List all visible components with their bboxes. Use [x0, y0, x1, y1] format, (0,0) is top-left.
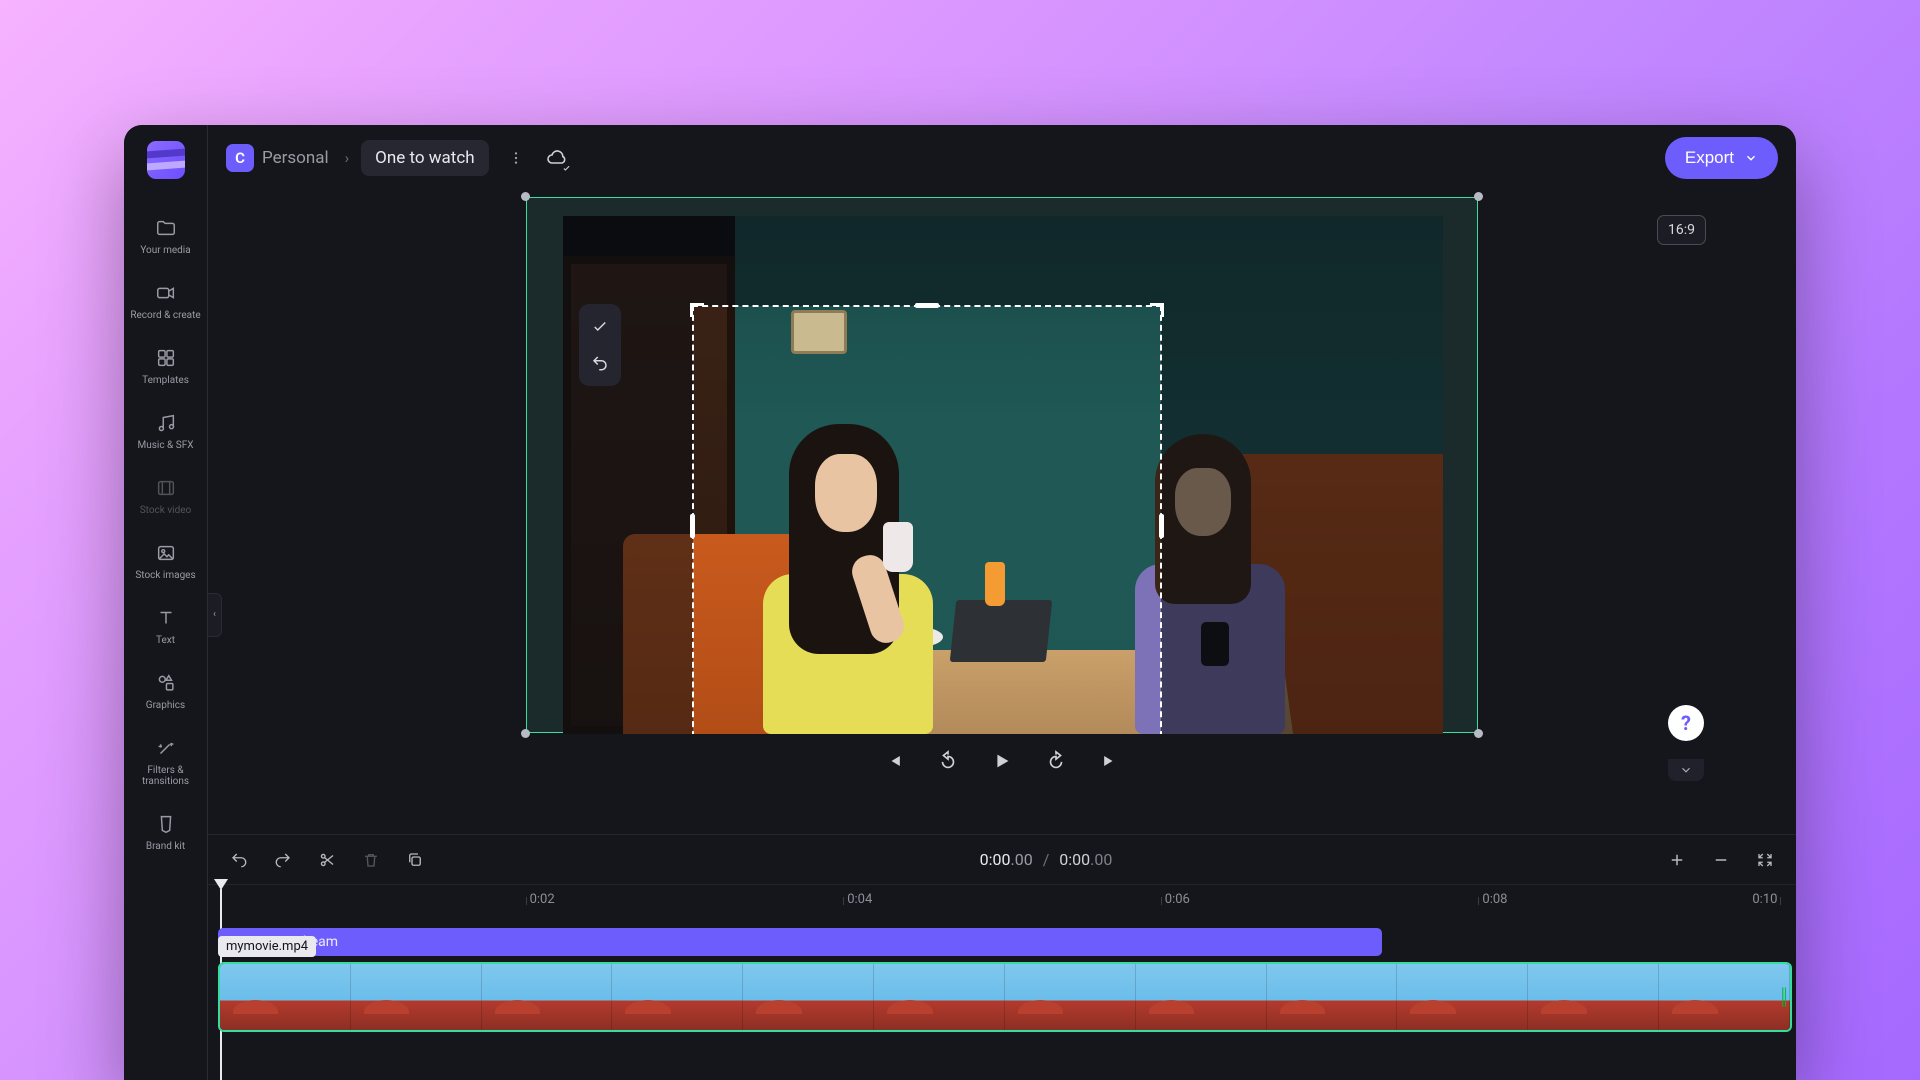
timeline-toolbar: 0:00.00 / 0:00.00: [208, 834, 1796, 884]
current-frames: .00: [1011, 850, 1033, 869]
time-separator: /: [1043, 850, 1050, 869]
sidebar-item-your-media[interactable]: Your media: [124, 205, 208, 270]
sidebar-label: Filters & transitions: [124, 765, 208, 787]
sidebar-label: Templates: [142, 375, 189, 386]
timeline-tracks[interactable]: Dare to dream mymovie.mp4 ║ ║: [208, 920, 1796, 1080]
shapes-icon: [155, 672, 177, 694]
zoom-out-button[interactable]: [1706, 845, 1736, 875]
canvas-wrap: 16:9 ?: [526, 197, 1478, 733]
sidebar-item-filters-transitions[interactable]: Filters & transitions: [124, 725, 208, 801]
chevron-right-icon: ›: [345, 149, 350, 167]
clip-tooltip: mymovie.mp4: [218, 936, 316, 957]
ruler-tick: 0:02: [530, 892, 555, 907]
split-button[interactable]: [312, 845, 342, 875]
help-button[interactable]: ?: [1668, 705, 1704, 741]
sidebar-label: Music & SFX: [138, 440, 194, 451]
ruler-tick: 0:10: [1752, 892, 1777, 907]
text-clip[interactable]: Dare to dream: [218, 928, 1382, 956]
crop-toolbar: [579, 304, 621, 386]
film-icon: [155, 477, 177, 499]
sidebar-item-graphics[interactable]: Graphics: [124, 660, 208, 725]
rewind-button[interactable]: [934, 747, 962, 775]
crop-handle-right[interactable]: [1159, 514, 1164, 538]
zoom-fit-button[interactable]: [1750, 845, 1780, 875]
project-menu-button[interactable]: [503, 145, 529, 171]
workspace-badge[interactable]: C: [226, 144, 254, 172]
transport-controls: [880, 747, 1124, 775]
play-button[interactable]: [988, 747, 1016, 775]
chevron-down-icon: [1744, 151, 1758, 165]
crop-selection[interactable]: [693, 306, 1161, 734]
sidebar-item-record-create[interactable]: Record & create: [124, 270, 208, 335]
sync-status-icon[interactable]: [543, 144, 571, 172]
sidebar-label: Stock video: [140, 505, 192, 516]
duration-time: 0:00: [1059, 850, 1090, 869]
crop-handle-tl[interactable]: [690, 303, 704, 317]
video-frame: [563, 216, 1443, 734]
main-area: C Personal › One to watch Export 16:9 ?: [208, 125, 1796, 1080]
sidebar-item-text[interactable]: Text: [124, 595, 208, 660]
image-icon: [155, 542, 177, 564]
crop-confirm-button[interactable]: [583, 310, 617, 344]
duplicate-button[interactable]: [400, 845, 430, 875]
sidebar: Your media Record & create Templates Mus…: [124, 125, 208, 1080]
sidebar-label: Record & create: [130, 310, 200, 321]
skip-end-button[interactable]: [1096, 747, 1124, 775]
app-window: Your media Record & create Templates Mus…: [124, 125, 1796, 1080]
forward-button[interactable]: [1042, 747, 1070, 775]
ruler-tick: 0:08: [1482, 892, 1507, 907]
sidebar-item-music-sfx[interactable]: Music & SFX: [124, 400, 208, 465]
sidebar-item-templates[interactable]: Templates: [124, 335, 208, 400]
ruler-tick: 0:06: [1165, 892, 1190, 907]
app-logo-icon: [147, 141, 185, 179]
sidebar-label: Brand kit: [146, 841, 185, 852]
wand-icon: [155, 737, 177, 759]
music-icon: [155, 412, 177, 434]
ruler-tick: 0:04: [847, 892, 872, 907]
canvas-handle[interactable]: [521, 192, 530, 201]
brandkit-icon: [155, 813, 177, 835]
top-bar: C Personal › One to watch Export: [208, 125, 1796, 191]
export-label: Export: [1685, 148, 1734, 168]
sidebar-label: Text: [156, 635, 175, 646]
canvas-handle[interactable]: [1474, 192, 1483, 201]
duration-frames: .00: [1090, 850, 1112, 869]
undo-button[interactable]: [224, 845, 254, 875]
aspect-ratio-badge[interactable]: 16:9: [1657, 215, 1706, 245]
skip-start-button[interactable]: [880, 747, 908, 775]
workspace-name[interactable]: Personal: [262, 148, 329, 168]
sidebar-item-brand-kit[interactable]: Brand kit: [124, 801, 208, 866]
video-clip[interactable]: ║ ║: [218, 962, 1792, 1032]
sidebar-label: Stock images: [135, 570, 195, 581]
crop-revert-button[interactable]: [583, 346, 617, 380]
clip-trim-right[interactable]: ║: [1778, 964, 1790, 1030]
canvas-handle[interactable]: [1474, 729, 1483, 738]
text-icon: [155, 607, 177, 629]
project-title[interactable]: One to watch: [361, 140, 488, 176]
zoom-controls: [1662, 845, 1780, 875]
sidebar-item-stock-video[interactable]: Stock video: [124, 465, 208, 530]
crop-handle-tr[interactable]: [1150, 303, 1164, 317]
crop-handle-top[interactable]: [915, 303, 939, 308]
sidebar-label: Graphics: [146, 700, 185, 711]
sidebar-item-stock-images[interactable]: Stock images: [124, 530, 208, 595]
current-time: 0:00: [980, 850, 1011, 869]
preview-stage: 16:9 ?: [208, 191, 1796, 834]
templates-icon: [155, 347, 177, 369]
crop-handle-left[interactable]: [690, 514, 695, 538]
panel-expand-toggle[interactable]: [1668, 759, 1704, 781]
sidebar-label: Your media: [140, 245, 190, 256]
timeline-ruler[interactable]: 0:02 0:04 0:06 0:08 0:10: [208, 884, 1796, 920]
timecode-display: 0:00.00 / 0:00.00: [444, 850, 1648, 869]
zoom-in-button[interactable]: [1662, 845, 1692, 875]
export-button[interactable]: Export: [1665, 137, 1778, 179]
delete-button[interactable]: [356, 845, 386, 875]
folder-icon: [155, 217, 177, 239]
redo-button[interactable]: [268, 845, 298, 875]
preview-canvas[interactable]: [526, 197, 1478, 733]
canvas-handle[interactable]: [521, 729, 530, 738]
camera-icon: [155, 282, 177, 304]
